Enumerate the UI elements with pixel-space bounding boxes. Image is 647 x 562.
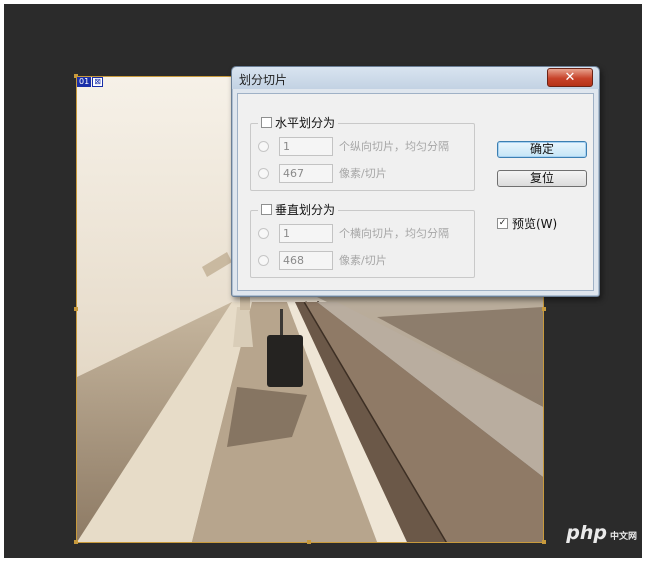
watermark-brand: php: [566, 522, 607, 544]
vertical-divide-checkbox[interactable]: [261, 203, 272, 215]
vertical-pixel-radio[interactable]: [258, 254, 269, 266]
vertical-divide-label: 垂直划分为: [275, 202, 336, 217]
dialog-titlebar[interactable]: 划分切片 ✕: [232, 67, 599, 89]
dialog-title: 划分切片: [239, 73, 288, 87]
horizontal-count-input[interactable]: 1: [279, 136, 333, 156]
vertical-pixel-input[interactable]: 468: [279, 250, 333, 270]
watermark-logo: php 中文网: [566, 522, 637, 544]
preview-option[interactable]: ✓ 预览(W): [497, 215, 557, 232]
vertical-divide-legend[interactable]: 垂直划分为: [258, 201, 339, 217]
vertical-pixel-row: 468 像素/切片: [258, 250, 387, 270]
selection-handle[interactable]: [307, 540, 311, 544]
horizontal-pixel-row: 467 像素/切片: [258, 163, 387, 183]
horizontal-count-radio[interactable]: [258, 140, 269, 152]
ok-button[interactable]: 确定: [497, 141, 587, 158]
preview-label: 预览(W): [512, 217, 558, 231]
vertical-count-suffix: 个横向切片，均匀分隔: [339, 227, 449, 240]
horizontal-count-row: 1 个纵向切片，均匀分隔: [258, 136, 449, 156]
preview-checkbox[interactable]: ✓: [497, 218, 508, 229]
selection-handle[interactable]: [542, 540, 546, 544]
reset-button[interactable]: 复位: [497, 170, 587, 187]
horizontal-pixel-suffix: 像素/切片: [339, 167, 387, 180]
horizontal-pixel-input[interactable]: 467: [279, 163, 333, 183]
horizontal-pixel-radio[interactable]: [258, 167, 269, 179]
close-icon: ✕: [564, 70, 576, 85]
selection-handle[interactable]: [74, 307, 78, 311]
vertical-count-input[interactable]: 1: [279, 223, 333, 243]
vertical-count-row: 1 个横向切片，均匀分隔: [258, 223, 449, 243]
vertical-count-radio[interactable]: [258, 227, 269, 239]
horizontal-count-suffix: 个纵向切片，均匀分隔: [339, 140, 449, 153]
close-button[interactable]: ✕: [547, 68, 593, 87]
selection-handle[interactable]: [74, 540, 78, 544]
slice-number-badge: 01 ⊠: [77, 77, 103, 87]
watermark-suffix: 中文网: [609, 532, 637, 542]
image-slice-icon: ⊠: [92, 77, 103, 87]
horizontal-divide-label: 水平划分为: [275, 115, 336, 130]
dialog-content: 水平划分为 1 个纵向切片，均匀分隔 467 像素/切片 垂直划分为 1 个横向…: [237, 93, 594, 291]
divide-slice-dialog: 划分切片 ✕ 水平划分为 1 个纵向切片，均匀分隔 467 像素/切片 垂直划分…: [231, 66, 600, 297]
slice-number: 01: [77, 77, 92, 87]
vertical-pixel-suffix: 像素/切片: [339, 254, 387, 267]
horizontal-divide-checkbox[interactable]: [261, 116, 272, 128]
selection-handle[interactable]: [542, 307, 546, 311]
horizontal-divide-legend[interactable]: 水平划分为: [258, 114, 339, 130]
